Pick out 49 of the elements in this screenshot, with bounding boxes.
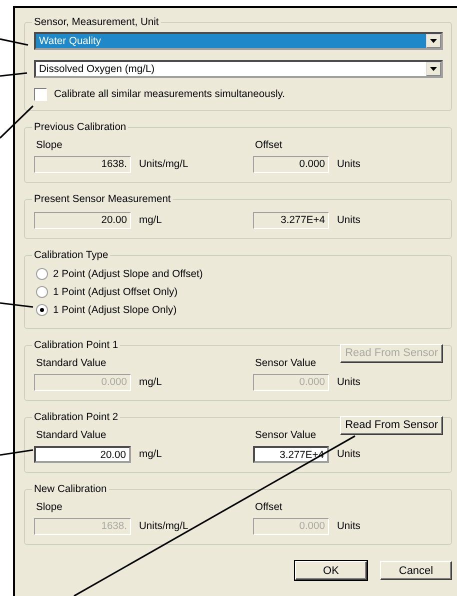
unit-label: Units xyxy=(336,215,362,226)
unit-label: Units xyxy=(336,449,362,460)
unit-label: Units xyxy=(336,521,362,532)
field-label: Offset xyxy=(254,140,284,151)
dropdown[interactable]: Water Quality xyxy=(34,32,443,50)
unit-label: mg/L xyxy=(138,449,163,460)
radio-label: 2 Point (Adjust Slope and Offset) xyxy=(53,268,203,280)
group-title: Previous Calibration xyxy=(33,122,128,133)
checkbox-label: Calibrate all similar measurements simultaneously. xyxy=(54,89,286,100)
radio-button[interactable] xyxy=(36,304,48,316)
radio-button[interactable] xyxy=(36,268,48,280)
value-field: 0.000 xyxy=(253,374,329,391)
unit-label: Units xyxy=(336,159,362,170)
radio-button[interactable] xyxy=(36,286,48,298)
group-title: Calibration Point 2 xyxy=(33,412,120,423)
checkbox[interactable] xyxy=(34,88,47,101)
value-field: 1638. xyxy=(34,518,131,535)
value-field: 0.000 xyxy=(253,156,329,173)
group-title: Calibration Type xyxy=(33,250,110,261)
field-label: Standard Value xyxy=(35,358,108,369)
group-title: Sensor, Measurement, Unit xyxy=(33,17,160,28)
ok-button[interactable]: OK xyxy=(295,561,367,580)
field-label: Slope xyxy=(35,140,64,151)
field-label: Sensor Value xyxy=(254,358,318,369)
value-field: 20.00 xyxy=(34,212,131,229)
group-title: Present Sensor Measurement xyxy=(33,194,172,205)
field-label: Sensor Value xyxy=(254,430,318,441)
field-label: Slope xyxy=(35,502,64,513)
value-field[interactable]: 20.00 xyxy=(34,446,131,463)
field-label: Standard Value xyxy=(35,430,108,441)
radio-label: 1 Point (Adjust Slope Only) xyxy=(53,304,177,316)
value-field: 0.000 xyxy=(253,518,329,535)
field-label: Offset xyxy=(254,502,284,513)
value-field: 3.277E+4 xyxy=(253,212,329,229)
unit-label: mg/L xyxy=(138,377,163,388)
value-field: 1638. xyxy=(34,156,131,173)
unit-label: mg/L xyxy=(138,215,163,226)
group-title: New Calibration xyxy=(33,484,108,495)
dropdown-value: Water Quality xyxy=(36,34,426,48)
radio-label: 1 Point (Adjust Offset Only) xyxy=(53,286,178,298)
dropdown-value: Dissolved Oxygen (mg/L) xyxy=(38,63,156,76)
read-from-sensor-button[interactable]: Read From Sensor xyxy=(340,416,443,434)
unit-label: Units xyxy=(336,377,362,388)
unit-label: Units/mg/L xyxy=(138,159,190,170)
cancel-button[interactable]: Cancel xyxy=(380,561,452,580)
unit-label: Units/mg/L xyxy=(138,521,190,532)
value-field: 0.000 xyxy=(34,374,131,391)
dropdown[interactable]: Dissolved Oxygen (mg/L) xyxy=(34,60,443,78)
group-title: Calibration Point 1 xyxy=(33,340,120,351)
